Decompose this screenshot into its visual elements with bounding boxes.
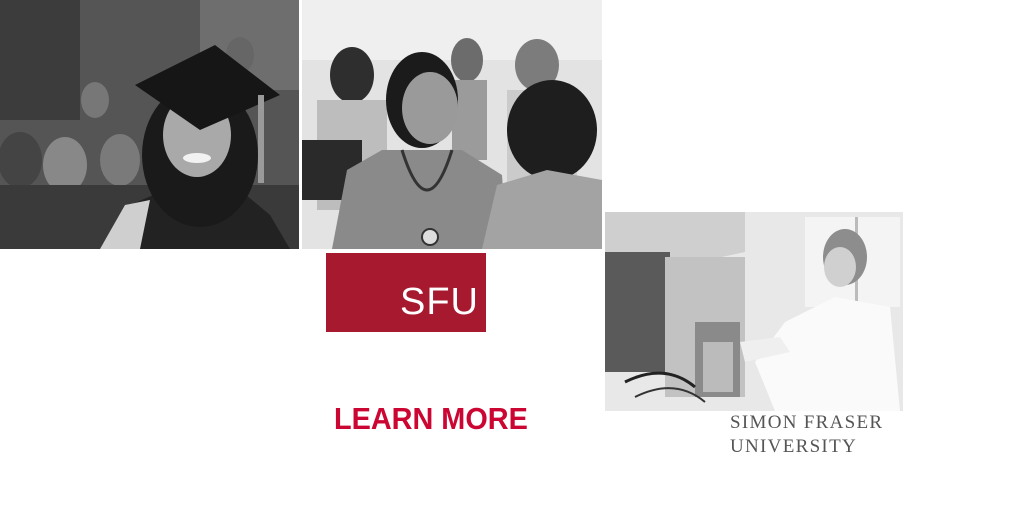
university-name: SIMON FRASER UNIVERSITY — [730, 411, 883, 459]
sfu-logo-text: SFU — [400, 281, 479, 323]
learn-more-link[interactable]: LEARN MORE — [334, 401, 528, 437]
sfu-logo[interactable]: SFU — [326, 253, 486, 332]
university-name-line1: SIMON FRASER — [730, 412, 884, 433]
nurse-photo — [302, 0, 602, 249]
graduate-photo — [0, 0, 299, 249]
laboratory-photo — [605, 212, 903, 411]
university-name-line2: UNIVERSITY — [730, 436, 857, 457]
